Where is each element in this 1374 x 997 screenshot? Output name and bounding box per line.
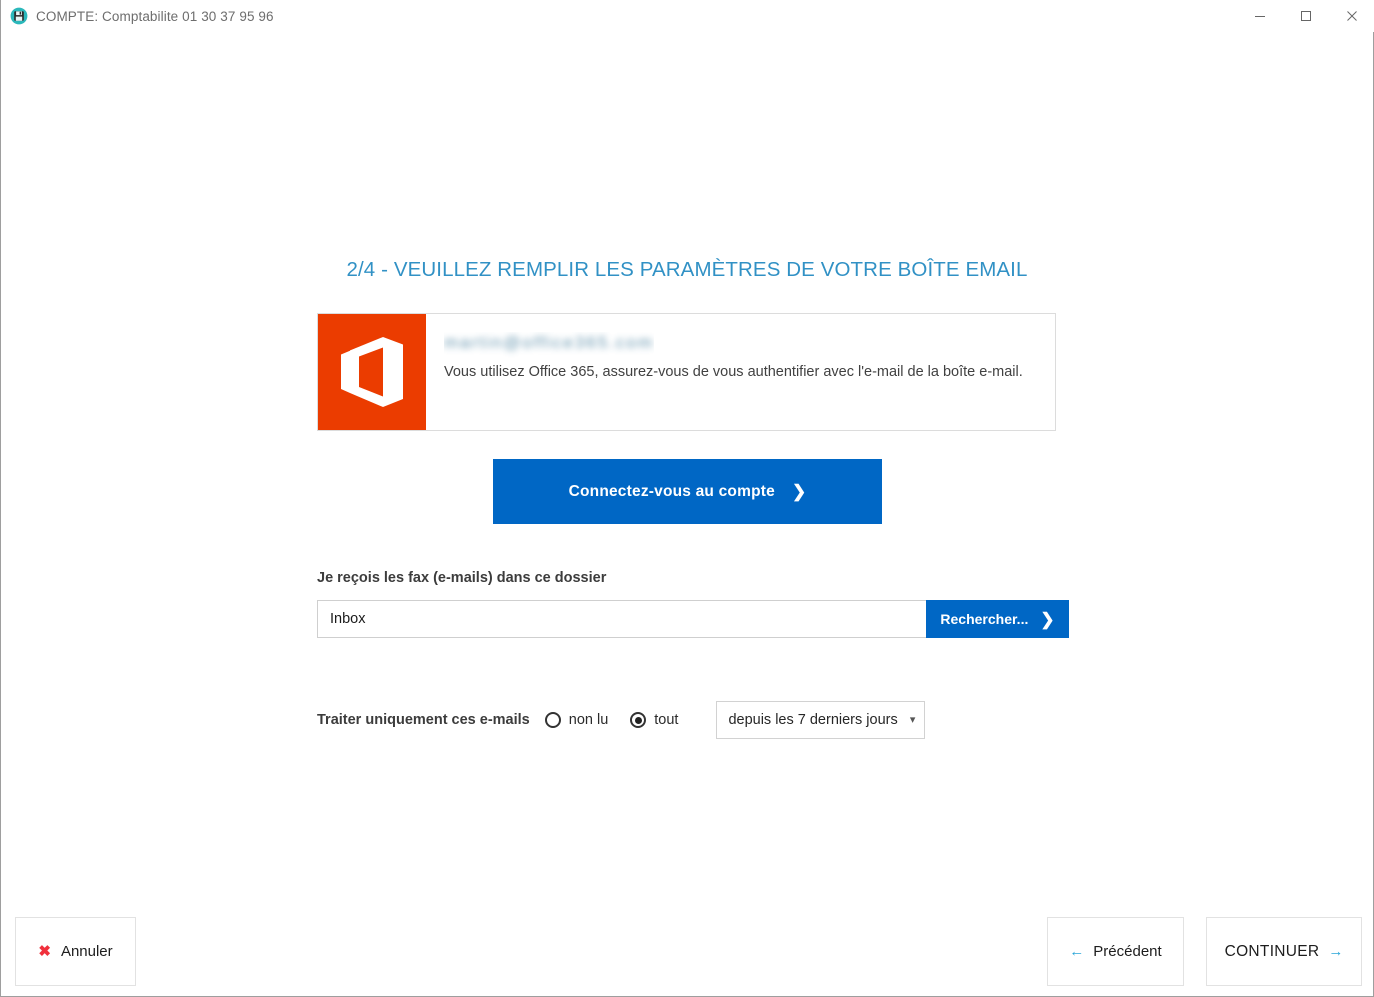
connect-account-button[interactable]: Connectez-vous au compte ❯ xyxy=(493,459,882,524)
blurred-email-address: martin@office365.com xyxy=(444,333,654,352)
maximize-button[interactable] xyxy=(1283,0,1329,32)
folder-field-label: Je reçois les fax (e-mails) dans ce doss… xyxy=(317,570,607,586)
page-title: 2/4 - VEUILLEZ REMPLIR LES PARAMÈTRES DE… xyxy=(346,258,1028,281)
search-folder-button[interactable]: Rechercher... ❯ xyxy=(926,600,1069,638)
wizard-content: 2/4 - VEUILLEZ REMPLIR LES PARAMÈTRES DE… xyxy=(1,32,1373,912)
x-mark-icon: ✖ xyxy=(38,943,51,960)
close-button[interactable] xyxy=(1329,0,1374,32)
radio-all-label: tout xyxy=(654,712,679,728)
arrow-right-icon: → xyxy=(1328,943,1344,960)
title-bar: COMPTE: Comptabilite 01 30 37 95 96 xyxy=(1,0,1374,32)
radio-option-all[interactable]: tout xyxy=(630,712,678,728)
continue-label: CONTINUER xyxy=(1224,942,1320,960)
cancel-label: Annuler xyxy=(60,943,113,960)
chevron-right-icon: ❯ xyxy=(791,482,807,501)
info-message: Vous utilisez Office 365, assurez-vous d… xyxy=(444,364,1023,380)
close-icon xyxy=(1347,11,1357,21)
folder-input[interactable] xyxy=(317,600,926,638)
radio-option-unread[interactable]: non lu xyxy=(544,712,609,728)
minimize-button[interactable] xyxy=(1237,0,1283,32)
chevron-down-icon: ▾ xyxy=(909,713,916,726)
period-select-value: depuis les 7 derniers jours xyxy=(728,712,898,728)
office-365-logo xyxy=(318,314,426,430)
minimize-icon xyxy=(1255,16,1265,17)
office365-info-box: martin@office365.com Vous utilisez Offic… xyxy=(317,313,1056,431)
radio-all-indicator xyxy=(630,712,647,728)
email-filter-row: Traiter uniquement ces e-mails non lu to… xyxy=(317,700,926,740)
radio-unread-label: non lu xyxy=(568,712,609,728)
previous-label: Précédent xyxy=(1093,943,1162,960)
connect-account-label: Connectez-vous au compte xyxy=(568,482,775,500)
email-filter-label: Traiter uniquement ces e-mails xyxy=(317,712,530,728)
previous-button[interactable]: ← Précédent xyxy=(1047,917,1184,986)
search-folder-label: Rechercher... xyxy=(940,611,1029,627)
floppy-disk-teal-icon xyxy=(10,7,28,25)
radio-unread-indicator xyxy=(544,712,561,728)
maximize-icon xyxy=(1301,11,1311,21)
window-controls xyxy=(1237,0,1374,32)
cancel-button[interactable]: ✖ Annuler xyxy=(15,917,136,986)
chevron-right-icon: ❯ xyxy=(1040,609,1055,629)
period-select[interactable]: depuis les 7 derniers jours ▾ xyxy=(716,701,926,739)
application-window: COMPTE: Comptabilite 01 30 37 95 96 2/4 … xyxy=(0,0,1374,997)
arrow-left-icon: ← xyxy=(1069,943,1085,960)
info-text-block: martin@office365.com Vous utilisez Offic… xyxy=(426,314,1055,430)
folder-field-row: Rechercher... ❯ xyxy=(317,600,1069,638)
continue-button[interactable]: CONTINUER → xyxy=(1206,917,1362,986)
window-title: COMPTE: Comptabilite 01 30 37 95 96 xyxy=(36,8,274,24)
